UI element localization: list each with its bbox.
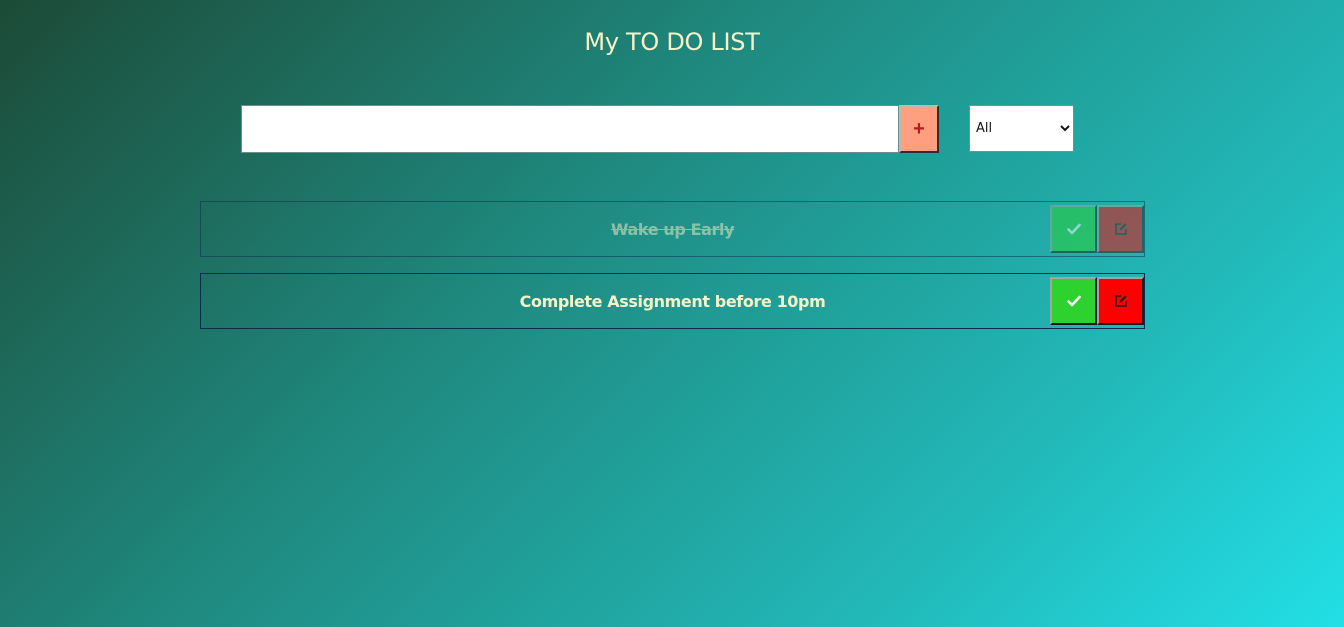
filter-select[interactable]: All bbox=[969, 105, 1074, 152]
todo-input[interactable] bbox=[241, 105, 899, 153]
page-title: My TO DO LIST bbox=[584, 28, 760, 56]
complete-button[interactable] bbox=[1050, 205, 1097, 253]
edit-button[interactable] bbox=[1097, 205, 1144, 253]
edit-icon bbox=[1114, 223, 1127, 235]
todo-actions bbox=[1050, 205, 1144, 253]
todo-text: Wake up Early bbox=[610, 219, 735, 239]
todo-item: Complete Assignment before 10pm bbox=[200, 273, 1145, 329]
edit-icon bbox=[1114, 295, 1127, 307]
todo-actions bbox=[1050, 277, 1144, 325]
todo-text: Complete Assignment before 10pm bbox=[519, 291, 826, 311]
complete-button[interactable] bbox=[1050, 277, 1097, 325]
todo-item-completed: Wake up Early bbox=[200, 201, 1145, 257]
check-icon bbox=[1066, 295, 1081, 307]
check-icon bbox=[1066, 223, 1081, 235]
edit-button[interactable] bbox=[1097, 277, 1144, 325]
add-todo-button[interactable]: + bbox=[899, 105, 939, 153]
